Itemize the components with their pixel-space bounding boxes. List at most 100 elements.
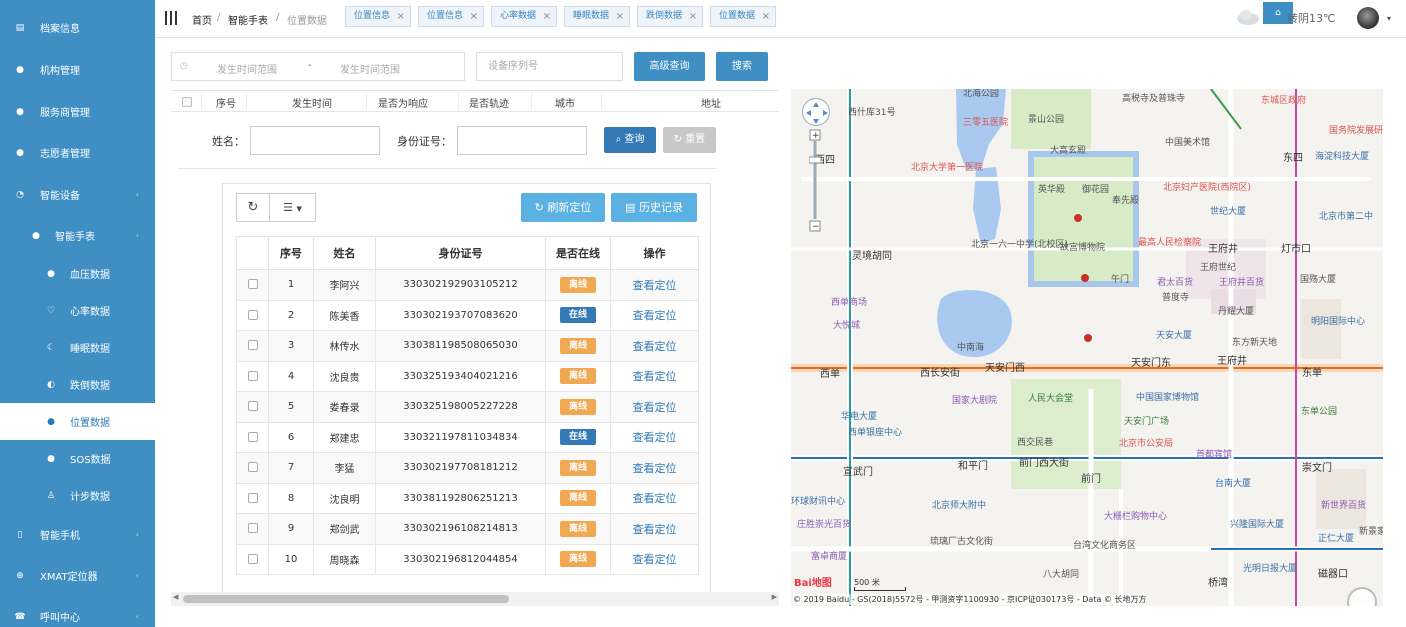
- row-checkbox[interactable]: [247, 340, 258, 351]
- row-checkbox[interactable]: [247, 370, 258, 381]
- sidebar-item-fall[interactable]: ◐ 跌倒数据: [0, 366, 155, 403]
- sidebar-item-call[interactable]: ☎ 呼叫中心 ‹: [0, 598, 155, 627]
- table-row[interactable]: 7 李猛 330302197708181212 离线 查看定位: [236, 452, 699, 484]
- id-number-label: 身份证号：: [397, 135, 452, 148]
- close-icon[interactable]: ×: [616, 7, 624, 26]
- row-checkbox-cell: [236, 421, 269, 453]
- user-avatar[interactable]: [1357, 7, 1379, 29]
- reset-icon: ↻: [673, 134, 683, 145]
- table-row[interactable]: 2 陈美香 330302193707083620 在线 查看定位: [236, 299, 699, 331]
- chevron-down-icon[interactable]: ▾: [1387, 14, 1391, 23]
- date-range-picker[interactable]: ◷ 发生时间范围 - 发生时间范围: [171, 52, 465, 81]
- map-label: 磁器口: [1318, 569, 1348, 580]
- table-row[interactable]: 3 林传水 330381198508065030 离线 查看定位: [236, 330, 699, 362]
- menu-toggle-icon[interactable]: [165, 11, 177, 25]
- sidebar-item-archive[interactable]: ▤ 档案信息: [0, 9, 155, 46]
- date-start-input[interactable]: 发生时间范围: [217, 61, 277, 76]
- tab-5[interactable]: 跌倒数据 ×: [637, 6, 703, 27]
- tab-2[interactable]: 位置信息 ×: [418, 6, 484, 27]
- refresh-location-button[interactable]: ↻ 刷新定位: [521, 193, 605, 222]
- view-location-link[interactable]: 查看定位: [633, 370, 677, 383]
- id-number-input[interactable]: [457, 126, 587, 155]
- breadcrumb-home[interactable]: 首页: [192, 12, 212, 27]
- row-status-cell: 在线: [545, 421, 611, 453]
- view-location-link[interactable]: 查看定位: [633, 553, 677, 566]
- tab-3[interactable]: 心率数据 ×: [491, 6, 557, 27]
- map-view[interactable]: 北海公园 景山公园 高税寺及普珠寺 东城区政府 西什库31号 三零五医院 大高玄殿 中国美术馆…: [791, 89, 1383, 606]
- sidebar-item-group[interactable]: ● 机构管理: [0, 51, 155, 88]
- sidebar-item-phone[interactable]: ▯ 智能手机 ‹: [0, 516, 155, 553]
- table-row[interactable]: 9 郑剑武 330302196108214813 离线 查看定位: [236, 513, 699, 545]
- select-all-checkbox[interactable]: [182, 97, 192, 107]
- map-pan-control[interactable]: [802, 98, 830, 126]
- search-button[interactable]: 搜索: [716, 52, 768, 81]
- row-checkbox[interactable]: [247, 492, 258, 503]
- sidebar-item-target[interactable]: ⊕ XMAT定位器 ‹: [0, 557, 155, 594]
- row-id-number: 330302196108214813: [375, 513, 546, 545]
- reset-button[interactable]: ↻ 重置: [663, 127, 716, 153]
- map-zoom-control[interactable]: + −: [809, 129, 821, 233]
- view-location-link[interactable]: 查看定位: [633, 431, 677, 444]
- row-checkbox[interactable]: [247, 431, 258, 442]
- row-name: 沈良明: [313, 482, 376, 514]
- sidebar-item-watch[interactable]: ● 智能手表 ‹: [0, 217, 155, 254]
- sidebar-item-sos[interactable]: ● SOS数据: [0, 440, 155, 477]
- sidebar-item-user[interactable]: ● 服务商管理: [0, 93, 155, 130]
- table-row[interactable]: 5 娄春录 330325198005227228 离线 查看定位: [236, 391, 699, 423]
- map-label: 八大胡同: [1043, 570, 1080, 580]
- row-checkbox[interactable]: [247, 401, 258, 412]
- view-location-link[interactable]: 查看定位: [633, 523, 677, 536]
- sidebar-item-step[interactable]: ♙ 计步数据: [0, 477, 155, 514]
- advanced-search-button[interactable]: 高级查询: [634, 52, 705, 81]
- close-icon[interactable]: ×: [543, 7, 551, 26]
- sidebar-item-drop[interactable]: ● 血压数据: [0, 255, 155, 292]
- query-button[interactable]: ⌕ 查询: [604, 127, 656, 153]
- row-checkbox[interactable]: [247, 523, 258, 534]
- name-input[interactable]: [250, 126, 380, 155]
- columns-toggle-button[interactable]: ☰ ▼: [269, 193, 316, 222]
- breadcrumb-smartwatch[interactable]: 智能手表: [228, 12, 268, 27]
- sidebar-item-volunteer[interactable]: ● 志愿者管理: [0, 134, 155, 171]
- close-icon[interactable]: ×: [762, 7, 770, 26]
- target-icon: ⊕: [16, 570, 24, 581]
- view-location-link[interactable]: 查看定位: [633, 340, 677, 353]
- close-icon[interactable]: ×: [470, 7, 478, 26]
- view-location-link[interactable]: 查看定位: [633, 462, 677, 475]
- row-checkbox[interactable]: [247, 279, 258, 290]
- map-label: 灵境胡同: [852, 251, 892, 262]
- scroll-right-icon[interactable]: ▶: [772, 593, 777, 601]
- row-checkbox[interactable]: [247, 553, 258, 564]
- tab-1[interactable]: 位置信息 ×: [345, 6, 411, 27]
- view-location-link[interactable]: 查看定位: [633, 401, 677, 414]
- table-row[interactable]: 1 李阿兴 330302192903105212 离线 查看定位: [236, 269, 699, 301]
- sidebar-item-moon[interactable]: ☾ 睡眠数据: [0, 329, 155, 366]
- row-checkbox[interactable]: [247, 309, 258, 320]
- table-row[interactable]: 4 沈良贵 330325193404021216 离线 查看定位: [236, 360, 699, 392]
- date-end-input[interactable]: 发生时间范围: [340, 61, 400, 76]
- device-serial-input[interactable]: 设备序列号: [476, 52, 623, 81]
- table-row[interactable]: 8 沈良明 330381192806251213 离线 查看定位: [236, 482, 699, 514]
- close-icon[interactable]: ×: [397, 7, 405, 26]
- tab-6[interactable]: 位置数据 ×: [710, 6, 776, 27]
- row-status-cell: 在线: [545, 299, 611, 331]
- refresh-button[interactable]: ↻: [236, 193, 270, 222]
- row-status-cell: 离线: [545, 330, 611, 362]
- row-checkbox[interactable]: [247, 462, 258, 473]
- horizontal-scrollbar[interactable]: ◀ ▶: [171, 592, 779, 606]
- table-row[interactable]: 10 周晓森 330302196812044854 离线 查看定位: [236, 543, 699, 575]
- sidebar-item-device[interactable]: ◔ 智能设备 ‹: [0, 176, 155, 213]
- sidebar-item-label: 机构管理: [40, 66, 80, 77]
- scroll-left-icon[interactable]: ◀: [173, 593, 178, 601]
- view-location-link[interactable]: 查看定位: [633, 492, 677, 505]
- view-location-link[interactable]: 查看定位: [633, 309, 677, 322]
- sidebar-item-location[interactable]: ● 位置数据: [0, 403, 155, 440]
- column-header: 序号: [268, 236, 314, 270]
- sidebar-item-heart[interactable]: ♡ 心率数据: [0, 292, 155, 329]
- history-button[interactable]: ▤ 历史记录: [611, 193, 697, 222]
- table-row[interactable]: 6 郑建忠 330321197811034834 在线 查看定位: [236, 421, 699, 453]
- close-icon[interactable]: ×: [689, 7, 697, 26]
- view-location-link[interactable]: 查看定位: [633, 279, 677, 292]
- row-checkbox-cell: [236, 269, 269, 301]
- scrollbar-thumb[interactable]: [183, 595, 509, 603]
- tab-4[interactable]: 睡眠数据 ×: [564, 6, 630, 27]
